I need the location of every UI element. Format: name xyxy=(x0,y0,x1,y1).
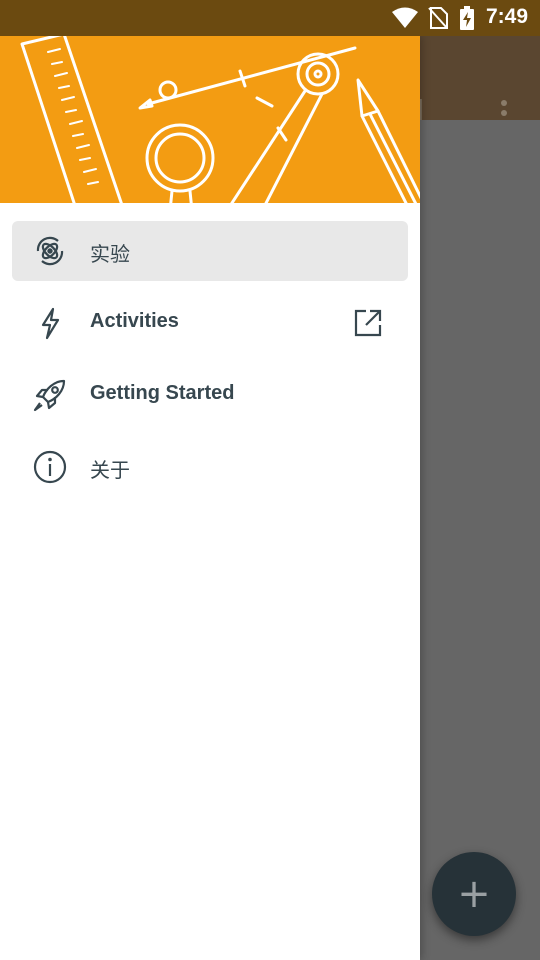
menu-item-about[interactable]: 关于 xyxy=(12,437,408,497)
ruler-icon xyxy=(20,36,123,203)
info-icon xyxy=(33,450,67,484)
add-button[interactable]: + xyxy=(432,852,516,936)
clock: 7:49 xyxy=(486,5,529,28)
magnifier-icon xyxy=(145,123,215,203)
menu-item-experiments[interactable]: 实验 xyxy=(12,221,408,281)
external-link-icon[interactable] xyxy=(352,307,384,339)
lightning-icon xyxy=(41,307,60,340)
menu-item-label: 实验 xyxy=(90,244,130,266)
no-sim-icon xyxy=(428,7,448,29)
drawer-menu: 实验 Activities Getting Started 关于 xyxy=(0,203,420,497)
menu-item-label: Activities xyxy=(90,310,179,332)
wifi-icon xyxy=(392,7,418,28)
menu-item-label: 关于 xyxy=(90,460,130,482)
battery-charging-icon xyxy=(460,6,474,30)
menu-item-label: Getting Started xyxy=(90,382,235,404)
menu-item-activities[interactable]: Activities xyxy=(12,293,408,353)
menu-item-getting-started[interactable]: Getting Started xyxy=(12,365,408,425)
drawer-header xyxy=(0,36,420,203)
rocket-icon xyxy=(33,379,66,412)
status-bar: 7:49 xyxy=(0,0,540,36)
navigation-drawer: 实验 Activities Getting Started 关于 xyxy=(0,36,420,960)
pencil-icon xyxy=(356,78,420,203)
atom-icon xyxy=(36,236,64,266)
